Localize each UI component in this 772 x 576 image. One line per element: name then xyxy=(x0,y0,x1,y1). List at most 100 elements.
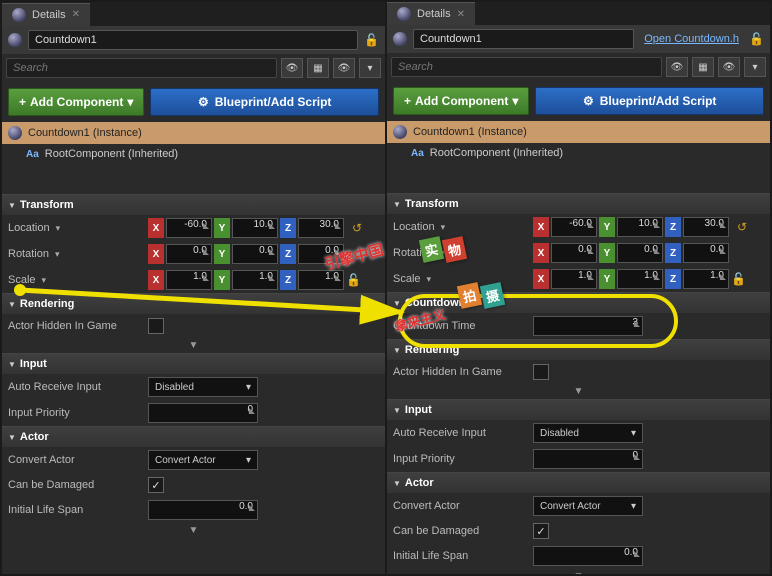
open-header-link[interactable]: Open Countdown.h xyxy=(640,33,743,45)
details-icon xyxy=(12,8,26,22)
add-component-button-r[interactable]: +Add Component▾ xyxy=(393,87,529,115)
matrix-icon-r[interactable]: ▦ xyxy=(692,57,714,77)
instance-item-r[interactable]: Countdown1 (Instance) xyxy=(387,121,770,143)
add-component-button[interactable]: +Add Component▾ xyxy=(8,88,144,116)
input-priority-input[interactable]: 0◣ xyxy=(148,403,258,423)
scl-z-r[interactable]: 1.0◣ xyxy=(683,269,729,289)
search-row: 👁 ▦ 👁 ▾ xyxy=(2,54,385,82)
countdown-header[interactable]: Countdown xyxy=(387,293,770,313)
filter-icon[interactable]: 👁 xyxy=(281,58,303,78)
hidden-checkbox[interactable] xyxy=(148,318,164,334)
rot-y-r[interactable]: 0.0◣ xyxy=(617,243,663,263)
tab-title: Details xyxy=(32,9,66,21)
location-y-input[interactable]: 10.0◣ xyxy=(232,218,278,238)
buttons-row: +Add Component▾ Blueprint/Add Script xyxy=(2,82,385,122)
options-icon[interactable]: ▾ xyxy=(359,58,381,78)
rotation-row: Rotation X0.0◣ Y0.0◣ Z0.0◣ xyxy=(2,241,385,267)
loc-x-r[interactable]: -60.0◣ xyxy=(551,217,597,237)
location-row: Location X-60.0◣ Y10.0◣ Z30.0◣ ↺ xyxy=(2,215,385,241)
lock-icon-r[interactable]: 🔓 xyxy=(749,32,764,46)
rendering-header-r[interactable]: Rendering xyxy=(387,340,770,360)
blueprint-button[interactable]: Blueprint/Add Script xyxy=(150,88,379,116)
instance-item[interactable]: Countdown1 (Instance) xyxy=(2,122,385,144)
rot-x-r[interactable]: 0.0◣ xyxy=(551,243,597,263)
transform-section: Transform Location X-60.0◣ Y10.0◣ Z30.0◣… xyxy=(2,194,385,293)
transform-header[interactable]: Transform xyxy=(2,195,385,215)
rot-z-r[interactable]: 0.0◣ xyxy=(683,243,729,263)
rotation-x-input[interactable]: 0.0◣ xyxy=(166,244,212,264)
options-icon-r[interactable]: ▾ xyxy=(744,57,766,77)
scale-row: Scale X1.0◣ Y1.0◣ Z1.0◣ 🔓 xyxy=(2,267,385,293)
details-tab[interactable]: Details ✕ xyxy=(2,3,90,26)
details-panel-right: Details✕ Open Countdown.h 🔓 👁 ▦ 👁 ▾ +Add… xyxy=(387,2,770,574)
countdown-time-row: Countdown Time 3◣ xyxy=(387,313,770,339)
lifespan-row: Initial Life Span 0.0◣ xyxy=(2,497,385,523)
input-section: Input Auto Receive Input Disabled▾ Input… xyxy=(2,353,385,426)
object-icon xyxy=(8,33,22,47)
expand-more-actor-r[interactable]: ▼ xyxy=(387,569,770,574)
location-x-input[interactable]: -60.0◣ xyxy=(166,218,212,238)
transform-header-r[interactable]: Transform xyxy=(387,194,770,214)
root-component-item-r[interactable]: AaRootComponent (Inherited) xyxy=(387,143,770,163)
auto-receive-dropdown[interactable]: Disabled▾ xyxy=(148,377,258,397)
reset-icon[interactable]: ↺ xyxy=(352,221,362,235)
hidden-row: Actor Hidden In Game xyxy=(2,314,385,338)
filter-icon-r[interactable]: 👁 xyxy=(666,57,688,77)
search-input-r[interactable] xyxy=(391,57,662,77)
eye-icon[interactable]: 👁 xyxy=(333,58,355,78)
scale-x-input[interactable]: 1.0◣ xyxy=(166,270,212,290)
expand-more-r[interactable]: ▼ xyxy=(387,384,770,399)
object-name-input[interactable] xyxy=(28,30,358,50)
auto-receive-dropdown-r[interactable]: Disabled▾ xyxy=(533,423,643,443)
loc-z-r[interactable]: 30.0◣ xyxy=(683,217,729,237)
rendering-section: Rendering Actor Hidden In Game ▼ xyxy=(2,293,385,353)
scl-x-r[interactable]: 1.0◣ xyxy=(551,269,597,289)
details-tab-r[interactable]: Details✕ xyxy=(387,2,475,25)
countdown-section: Countdown Countdown Time 3◣ xyxy=(387,292,770,339)
reset-r[interactable]: ↺ xyxy=(737,220,747,234)
actor-section: Actor Convert Actor Convert Actor▾ Can b… xyxy=(2,426,385,538)
input-header-r[interactable]: Input xyxy=(387,400,770,420)
sphere-icon xyxy=(8,126,22,140)
damaged-checkbox[interactable] xyxy=(148,477,164,493)
lock-icon[interactable]: 🔓 xyxy=(364,33,379,47)
eye-icon-r[interactable]: 👁 xyxy=(718,57,740,77)
object-name-input-r[interactable] xyxy=(413,29,634,49)
expand-more-actor[interactable]: ▼ xyxy=(2,523,385,538)
rendering-header[interactable]: Rendering xyxy=(2,294,385,314)
scale-z-input[interactable]: 1.0◣ xyxy=(298,270,344,290)
damaged-row: Can be Damaged xyxy=(2,473,385,497)
search-input[interactable] xyxy=(6,58,277,78)
auto-receive-row: Auto Receive Input Disabled▾ xyxy=(2,374,385,400)
object-row: 🔓 xyxy=(2,26,385,54)
convert-dropdown[interactable]: Convert Actor▾ xyxy=(148,450,258,470)
expand-more[interactable]: ▼ xyxy=(2,338,385,353)
damaged-checkbox-r[interactable] xyxy=(533,523,549,539)
scale-y-input[interactable]: 1.0◣ xyxy=(232,270,278,290)
matrix-icon[interactable]: ▦ xyxy=(307,58,329,78)
component-tree: Countdown1 (Instance) Aa RootComponent (… xyxy=(2,122,385,164)
scale-lock-r[interactable]: 🔓 xyxy=(731,272,746,286)
rotation-z-input[interactable]: 0.0◣ xyxy=(298,244,344,264)
loc-y-r[interactable]: 10.0◣ xyxy=(617,217,663,237)
input-priority-r[interactable]: 0◣ xyxy=(533,449,643,469)
location-z-input[interactable]: 30.0◣ xyxy=(298,218,344,238)
convert-row: Convert Actor Convert Actor▾ xyxy=(2,447,385,473)
lifespan-input-r[interactable]: 0.0◣ xyxy=(533,546,643,566)
gear-icon xyxy=(198,95,209,109)
close-icon[interactable]: ✕ xyxy=(72,9,80,20)
hidden-checkbox-r[interactable] xyxy=(533,364,549,380)
input-priority-row: Input Priority 0◣ xyxy=(2,400,385,426)
blueprint-button-r[interactable]: Blueprint/Add Script xyxy=(535,87,764,115)
rotation-y-input[interactable]: 0.0◣ xyxy=(232,244,278,264)
convert-dropdown-r[interactable]: Convert Actor▾ xyxy=(533,496,643,516)
text-component-icon: Aa xyxy=(26,149,39,160)
scl-y-r[interactable]: 1.0◣ xyxy=(617,269,663,289)
actor-header[interactable]: Actor xyxy=(2,427,385,447)
input-header[interactable]: Input xyxy=(2,354,385,374)
lifespan-input[interactable]: 0.0◣ xyxy=(148,500,258,520)
actor-header-r[interactable]: Actor xyxy=(387,473,770,493)
root-component-item[interactable]: Aa RootComponent (Inherited) xyxy=(2,144,385,164)
countdown-time-input[interactable]: 3◣ xyxy=(533,316,643,336)
scale-lock-icon[interactable]: 🔓 xyxy=(346,273,361,287)
